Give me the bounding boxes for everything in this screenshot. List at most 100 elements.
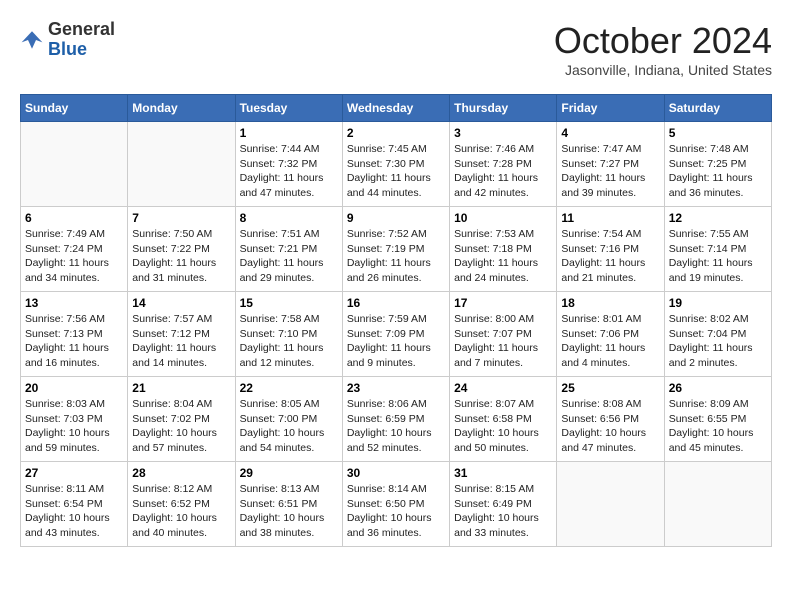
day-number: 13	[25, 296, 123, 310]
calendar-cell: 31 Sunrise: 8:15 AMSunset: 6:49 PMDayligh…	[450, 462, 557, 547]
logo-bird-icon	[20, 28, 44, 52]
day-number: 25	[561, 381, 659, 395]
calendar-table: SundayMondayTuesdayWednesdayThursdayFrid…	[20, 94, 772, 547]
cell-info: Sunrise: 7:54 AMSunset: 7:16 PMDaylight:…	[561, 227, 659, 286]
title-block: October 2024 Jasonville, Indiana, United…	[554, 20, 772, 78]
calendar-cell	[664, 462, 771, 547]
calendar-cell: 5 Sunrise: 7:48 AMSunset: 7:25 PMDaylight…	[664, 122, 771, 207]
cell-info: Sunrise: 8:15 AMSunset: 6:49 PMDaylight:…	[454, 482, 552, 541]
day-number: 9	[347, 211, 445, 225]
day-number: 16	[347, 296, 445, 310]
cell-info: Sunrise: 7:57 AMSunset: 7:12 PMDaylight:…	[132, 312, 230, 371]
cell-info: Sunrise: 7:59 AMSunset: 7:09 PMDaylight:…	[347, 312, 445, 371]
calendar-cell: 14 Sunrise: 7:57 AMSunset: 7:12 PMDayligh…	[128, 292, 235, 377]
day-number: 29	[240, 466, 338, 480]
calendar-cell: 19 Sunrise: 8:02 AMSunset: 7:04 PMDayligh…	[664, 292, 771, 377]
day-number: 14	[132, 296, 230, 310]
calendar-cell: 12 Sunrise: 7:55 AMSunset: 7:14 PMDayligh…	[664, 207, 771, 292]
day-number: 7	[132, 211, 230, 225]
calendar-cell: 16 Sunrise: 7:59 AMSunset: 7:09 PMDayligh…	[342, 292, 449, 377]
day-number: 23	[347, 381, 445, 395]
calendar-cell: 26 Sunrise: 8:09 AMSunset: 6:55 PMDayligh…	[664, 377, 771, 462]
calendar-cell: 17 Sunrise: 8:00 AMSunset: 7:07 PMDayligh…	[450, 292, 557, 377]
day-number: 20	[25, 381, 123, 395]
calendar-cell: 20 Sunrise: 8:03 AMSunset: 7:03 PMDayligh…	[21, 377, 128, 462]
cell-info: Sunrise: 7:51 AMSunset: 7:21 PMDaylight:…	[240, 227, 338, 286]
calendar-cell: 7 Sunrise: 7:50 AMSunset: 7:22 PMDaylight…	[128, 207, 235, 292]
cell-info: Sunrise: 7:56 AMSunset: 7:13 PMDaylight:…	[25, 312, 123, 371]
day-number: 6	[25, 211, 123, 225]
calendar-cell: 28 Sunrise: 8:12 AMSunset: 6:52 PMDayligh…	[128, 462, 235, 547]
cell-info: Sunrise: 7:46 AMSunset: 7:28 PMDaylight:…	[454, 142, 552, 201]
cell-info: Sunrise: 7:48 AMSunset: 7:25 PMDaylight:…	[669, 142, 767, 201]
day-number: 26	[669, 381, 767, 395]
location: Jasonville, Indiana, United States	[554, 62, 772, 78]
day-number: 12	[669, 211, 767, 225]
calendar-cell: 4Sunrise: 7:47 AMSunset: 7:27 PMDaylight…	[557, 122, 664, 207]
day-number: 5	[669, 126, 767, 140]
cell-info: Sunrise: 8:05 AMSunset: 7:00 PMDaylight:…	[240, 397, 338, 456]
day-number: 28	[132, 466, 230, 480]
day-number: 8	[240, 211, 338, 225]
cell-info: Sunrise: 8:02 AMSunset: 7:04 PMDaylight:…	[669, 312, 767, 371]
cell-info: Sunrise: 8:03 AMSunset: 7:03 PMDaylight:…	[25, 397, 123, 456]
cell-info: Sunrise: 7:55 AMSunset: 7:14 PMDaylight:…	[669, 227, 767, 286]
logo-text: General Blue	[48, 20, 115, 60]
calendar-cell	[21, 122, 128, 207]
month-title: October 2024	[554, 20, 772, 62]
cell-info: Sunrise: 7:50 AMSunset: 7:22 PMDaylight:…	[132, 227, 230, 286]
cell-info: Sunrise: 7:49 AMSunset: 7:24 PMDaylight:…	[25, 227, 123, 286]
calendar-cell: 2Sunrise: 7:45 AMSunset: 7:30 PMDaylight…	[342, 122, 449, 207]
day-number: 19	[669, 296, 767, 310]
calendar-cell: 22 Sunrise: 8:05 AMSunset: 7:00 PMDayligh…	[235, 377, 342, 462]
calendar-cell: 15 Sunrise: 7:58 AMSunset: 7:10 PMDayligh…	[235, 292, 342, 377]
day-number: 3	[454, 126, 552, 140]
cell-info: Sunrise: 8:07 AMSunset: 6:58 PMDaylight:…	[454, 397, 552, 456]
calendar-cell	[128, 122, 235, 207]
day-number: 27	[25, 466, 123, 480]
day-number: 18	[561, 296, 659, 310]
day-number: 2	[347, 126, 445, 140]
calendar-cell: 10Sunrise: 7:53 AMSunset: 7:18 PMDayligh…	[450, 207, 557, 292]
calendar-cell: 13 Sunrise: 7:56 AMSunset: 7:13 PMDayligh…	[21, 292, 128, 377]
cell-info: Sunrise: 7:44 AMSunset: 7:32 PMDaylight:…	[240, 142, 338, 201]
day-number: 17	[454, 296, 552, 310]
calendar-cell: 9 Sunrise: 7:52 AMSunset: 7:19 PMDaylight…	[342, 207, 449, 292]
calendar-cell: 29 Sunrise: 8:13 AMSunset: 6:51 PMDayligh…	[235, 462, 342, 547]
calendar-cell: 27 Sunrise: 8:11 AMSunset: 6:54 PMDayligh…	[21, 462, 128, 547]
calendar-cell: 25 Sunrise: 8:08 AMSunset: 6:56 PMDayligh…	[557, 377, 664, 462]
weekday-header: Thursday	[450, 95, 557, 122]
day-number: 22	[240, 381, 338, 395]
calendar-cell: 3 Sunrise: 7:46 AMSunset: 7:28 PMDaylight…	[450, 122, 557, 207]
cell-info: Sunrise: 8:06 AMSunset: 6:59 PMDaylight:…	[347, 397, 445, 456]
weekday-header: Friday	[557, 95, 664, 122]
cell-info: Sunrise: 8:01 AMSunset: 7:06 PMDaylight:…	[561, 312, 659, 371]
cell-info: Sunrise: 8:08 AMSunset: 6:56 PMDaylight:…	[561, 397, 659, 456]
day-number: 10	[454, 211, 552, 225]
calendar-cell: 24 Sunrise: 8:07 AMSunset: 6:58 PMDayligh…	[450, 377, 557, 462]
cell-info: Sunrise: 7:58 AMSunset: 7:10 PMDaylight:…	[240, 312, 338, 371]
day-number: 21	[132, 381, 230, 395]
calendar-cell: 8 Sunrise: 7:51 AMSunset: 7:21 PMDaylight…	[235, 207, 342, 292]
weekday-header: Saturday	[664, 95, 771, 122]
weekday-header: Sunday	[21, 95, 128, 122]
calendar-cell: 23 Sunrise: 8:06 AMSunset: 6:59 PMDayligh…	[342, 377, 449, 462]
day-number: 31	[454, 466, 552, 480]
day-number: 24	[454, 381, 552, 395]
day-number: 15	[240, 296, 338, 310]
calendar-cell: 11Sunrise: 7:54 AMSunset: 7:16 PMDayligh…	[557, 207, 664, 292]
cell-info: Sunrise: 8:11 AMSunset: 6:54 PMDaylight:…	[25, 482, 123, 541]
cell-info: Sunrise: 8:04 AMSunset: 7:02 PMDaylight:…	[132, 397, 230, 456]
cell-info: Sunrise: 7:52 AMSunset: 7:19 PMDaylight:…	[347, 227, 445, 286]
calendar-cell: 30 Sunrise: 8:14 AMSunset: 6:50 PMDayligh…	[342, 462, 449, 547]
cell-info: Sunrise: 8:14 AMSunset: 6:50 PMDaylight:…	[347, 482, 445, 541]
day-number: 30	[347, 466, 445, 480]
weekday-header: Wednesday	[342, 95, 449, 122]
cell-info: Sunrise: 8:13 AMSunset: 6:51 PMDaylight:…	[240, 482, 338, 541]
calendar-cell: 6 Sunrise: 7:49 AMSunset: 7:24 PMDaylight…	[21, 207, 128, 292]
cell-info: Sunrise: 8:00 AMSunset: 7:07 PMDaylight:…	[454, 312, 552, 371]
weekday-header: Tuesday	[235, 95, 342, 122]
cell-info: Sunrise: 8:12 AMSunset: 6:52 PMDaylight:…	[132, 482, 230, 541]
cell-info: Sunrise: 8:09 AMSunset: 6:55 PMDaylight:…	[669, 397, 767, 456]
day-number: 1	[240, 126, 338, 140]
